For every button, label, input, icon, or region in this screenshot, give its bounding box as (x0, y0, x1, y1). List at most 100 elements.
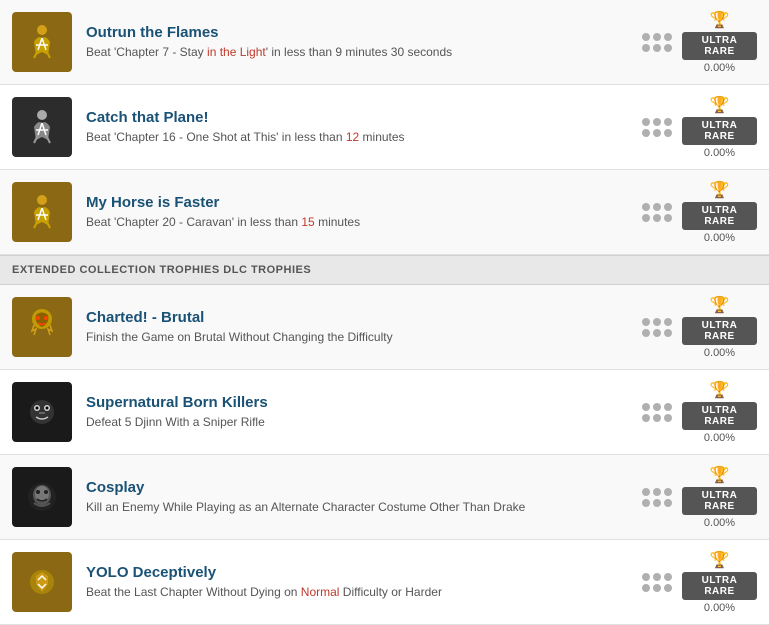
trophy-icon-killers (12, 382, 72, 442)
trophy-title-horse: My Horse is Faster (86, 194, 642, 211)
trophy-item-outrun: Outrun the Flames Beat 'Chapter 7 - Stay… (0, 0, 769, 85)
rarity-badge-killers: 🏆 ULTRA RARE 0.00% (682, 380, 757, 444)
trophy-desc-cosplay: Kill an Enemy While Playing as an Altern… (86, 499, 642, 516)
dot (642, 203, 650, 211)
dot (642, 318, 650, 326)
rarity-badge-horse: 🏆 ULTRA RARE 0.00% (682, 180, 757, 244)
dots-grid-brutal (642, 318, 672, 337)
trophy-item-yolo: YOLO Deceptively Beat the Last Chapter W… (0, 540, 769, 625)
trophy-cup-bronze: 🏆 (710, 465, 730, 485)
trophy-item-brutal: Charted! - Brutal Finish the Game on Bru… (0, 285, 769, 370)
trophy-list: Outrun the Flames Beat 'Chapter 7 - Stay… (0, 0, 769, 625)
trophy-desc-killers: Defeat 5 Djinn With a Sniper Rifle (86, 414, 642, 431)
section-header-dlc: EXTENDED COLLECTION TROPHIES DLC TROPHIE… (0, 255, 769, 285)
dot (664, 318, 672, 326)
dot (664, 488, 672, 496)
trophy-desc-outrun: Beat 'Chapter 7 - Stay in the Light' in … (86, 44, 642, 61)
section1-trophies: Outrun the Flames Beat 'Chapter 7 - Stay… (0, 0, 769, 255)
trophy-title-outrun: Outrun the Flames (86, 24, 642, 41)
dot (653, 118, 661, 126)
dot (653, 414, 661, 422)
rarity-percent-catch: 0.00% (704, 147, 735, 159)
trophy-title-yolo: YOLO Deceptively (86, 564, 642, 581)
trophy-icon-brutal (12, 297, 72, 357)
trophy-right-cosplay: 🏆 ULTRA RARE 0.00% (642, 465, 757, 529)
dot (653, 403, 661, 411)
rarity-label-horse: ULTRA RARE (682, 202, 757, 230)
dot (664, 329, 672, 337)
dots-grid-catch (642, 118, 672, 137)
dot (664, 499, 672, 507)
dot (642, 414, 650, 422)
trophy-item-catch: Catch that Plane! Beat 'Chapter 16 - One… (0, 85, 769, 170)
dot (653, 214, 661, 222)
trophy-title-cosplay: Cosplay (86, 479, 642, 496)
dot (653, 573, 661, 581)
trophy-content-outrun: Outrun the Flames Beat 'Chapter 7 - Stay… (86, 24, 642, 61)
rarity-badge-yolo: 🏆 ULTRA RARE 0.00% (682, 550, 757, 614)
rarity-label-yolo: ULTRA RARE (682, 572, 757, 600)
dot (664, 118, 672, 126)
trophy-item-cosplay: Cosplay Kill an Enemy While Playing as a… (0, 455, 769, 540)
dot (664, 573, 672, 581)
rarity-badge-brutal: 🏆 ULTRA RARE 0.00% (682, 295, 757, 359)
rarity-percent-killers: 0.00% (704, 432, 735, 444)
dot (642, 329, 650, 337)
trophy-right-catch: 🏆 ULTRA RARE 0.00% (642, 95, 757, 159)
rarity-label-cosplay: ULTRA RARE (682, 487, 757, 515)
rarity-label-killers: ULTRA RARE (682, 402, 757, 430)
trophy-cup-silver: 🏆 (710, 95, 730, 115)
rarity-percent-cosplay: 0.00% (704, 517, 735, 529)
dot (664, 44, 672, 52)
dot (653, 318, 661, 326)
trophy-content-catch: Catch that Plane! Beat 'Chapter 16 - One… (86, 109, 642, 146)
trophy-cup-gold: 🏆 (710, 295, 730, 315)
rarity-percent-horse: 0.00% (704, 232, 735, 244)
dot (642, 403, 650, 411)
dot (664, 129, 672, 137)
trophy-cup-bronze: 🏆 (710, 550, 730, 570)
trophy-desc-yolo: Beat the Last Chapter Without Dying on N… (86, 584, 642, 601)
trophy-desc-horse: Beat 'Chapter 20 - Caravan' in less than… (86, 214, 642, 231)
trophy-desc-catch: Beat 'Chapter 16 - One Shot at This' in … (86, 129, 642, 146)
dot (653, 499, 661, 507)
trophy-title-catch: Catch that Plane! (86, 109, 642, 126)
dot (664, 584, 672, 592)
section2-trophies: Charted! - Brutal Finish the Game on Bru… (0, 285, 769, 625)
rarity-label-catch: ULTRA RARE (682, 117, 757, 145)
dot (653, 584, 661, 592)
rarity-badge-catch: 🏆 ULTRA RARE 0.00% (682, 95, 757, 159)
dot (664, 403, 672, 411)
trophy-icon-catch (12, 97, 72, 157)
trophy-right-horse: 🏆 ULTRA RARE 0.00% (642, 180, 757, 244)
dots-grid-cosplay (642, 488, 672, 507)
rarity-percent-outrun: 0.00% (704, 62, 735, 74)
trophy-desc-brutal: Finish the Game on Brutal Without Changi… (86, 329, 642, 346)
dot (653, 488, 661, 496)
trophy-icon-horse (12, 182, 72, 242)
dot (642, 129, 650, 137)
trophy-content-killers: Supernatural Born Killers Defeat 5 Djinn… (86, 394, 642, 431)
rarity-label-brutal: ULTRA RARE (682, 317, 757, 345)
dot (642, 488, 650, 496)
dot (664, 414, 672, 422)
dot (664, 33, 672, 41)
trophy-right-killers: 🏆 ULTRA RARE 0.00% (642, 380, 757, 444)
dot (642, 584, 650, 592)
trophy-right-brutal: 🏆 ULTRA RARE 0.00% (642, 295, 757, 359)
dots-grid-horse (642, 203, 672, 222)
trophy-content-horse: My Horse is Faster Beat 'Chapter 20 - Ca… (86, 194, 642, 231)
trophy-title-killers: Supernatural Born Killers (86, 394, 642, 411)
dot (664, 203, 672, 211)
dot (642, 573, 650, 581)
dot (653, 203, 661, 211)
trophy-icon-cosplay (12, 467, 72, 527)
dot (664, 214, 672, 222)
dot (653, 129, 661, 137)
trophy-cup-gold: 🏆 (710, 10, 730, 30)
rarity-percent-yolo: 0.00% (704, 602, 735, 614)
dots-grid-yolo (642, 573, 672, 592)
dots-grid-outrun (642, 33, 672, 52)
trophy-cup-bronze: 🏆 (710, 380, 730, 400)
trophy-cup-bronze: 🏆 (710, 180, 730, 200)
